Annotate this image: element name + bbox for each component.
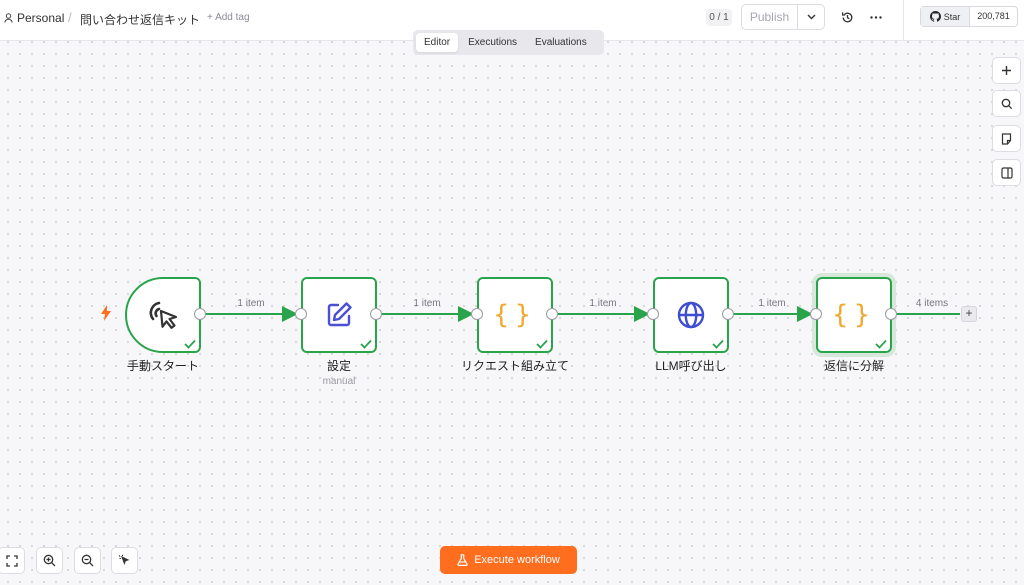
node-manual-trigger[interactable] (125, 277, 201, 353)
node-split-replies[interactable]: {} (816, 277, 892, 353)
input-handle[interactable] (295, 308, 307, 320)
success-check-icon (712, 339, 724, 349)
fit-view-icon (5, 554, 18, 567)
zoom-out-button[interactable] (74, 547, 101, 574)
node-label: 手動スタート (126, 359, 200, 373)
edge-item-count: 1 item (589, 298, 617, 309)
success-check-icon (184, 339, 196, 349)
lightning-bolt-icon (101, 305, 111, 321)
edge-item-count: 4 items (915, 298, 949, 309)
input-handle[interactable] (647, 308, 659, 320)
node-llm-call[interactable] (653, 277, 729, 353)
input-handle[interactable] (810, 308, 822, 320)
zoom-out-icon (81, 554, 94, 567)
cursor-click-icon (149, 301, 178, 329)
node-label: LLM呼び出し (655, 359, 727, 373)
edge-item-count: 1 item (758, 298, 786, 309)
zoom-in-button[interactable] (36, 547, 63, 574)
tidy-up-icon (118, 554, 130, 565)
success-check-icon (536, 339, 548, 349)
fit-view-button[interactable] (0, 547, 25, 574)
node-settings[interactable] (301, 277, 377, 353)
edge-item-count: 1 item (413, 298, 441, 309)
flask-icon (457, 554, 468, 566)
edge-item-count: 1 item (237, 298, 265, 309)
input-handle[interactable] (471, 308, 483, 320)
tidy-up-button[interactable] (111, 547, 138, 574)
node-label: 設定 (326, 359, 352, 373)
globe-icon (677, 301, 705, 329)
execute-workflow-button[interactable]: Execute workflow (440, 546, 577, 574)
output-handle[interactable] (370, 308, 382, 320)
output-handle[interactable] (546, 308, 558, 320)
node-label: リクエスト組み立て (460, 359, 570, 373)
code-braces-icon: {} (493, 300, 537, 330)
code-braces-icon: {} (832, 300, 876, 330)
node-request-builder[interactable]: {} (477, 277, 553, 353)
edit-icon (327, 302, 352, 327)
output-handle[interactable] (885, 308, 897, 320)
output-handle[interactable] (194, 308, 206, 320)
success-check-icon (875, 339, 887, 349)
zoom-in-icon (43, 554, 56, 567)
output-handle[interactable] (722, 308, 734, 320)
execute-workflow-label: Execute workflow (474, 554, 560, 566)
node-sublabel: manual (322, 376, 356, 387)
success-check-icon (360, 339, 372, 349)
add-next-node-button[interactable]: + (961, 306, 977, 322)
node-label: 返信に分解 (823, 359, 885, 373)
